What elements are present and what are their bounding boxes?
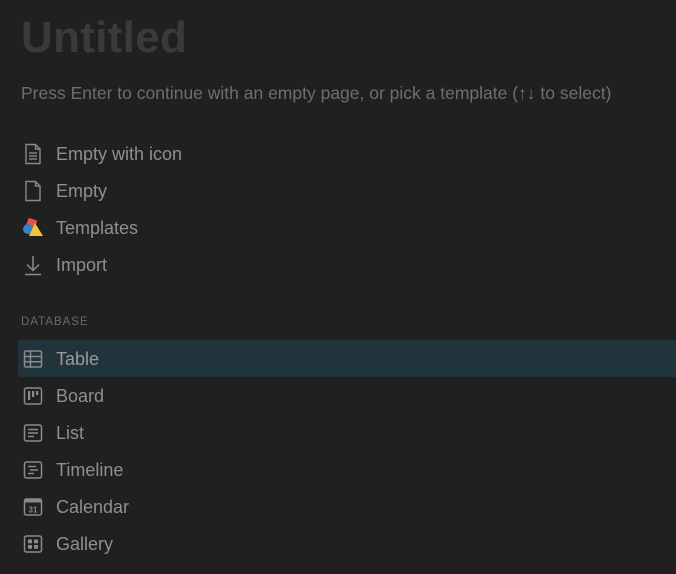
calendar-icon: 31 <box>22 496 44 518</box>
database-section-label: DATABASE <box>21 316 89 328</box>
templates-shapes-icon <box>22 217 44 239</box>
gallery-icon <box>22 533 44 555</box>
list-icon <box>22 422 44 444</box>
new-page-view: Untitled Press Enter to continue with an… <box>0 0 676 574</box>
database-options-menu: Table Board List Timeline 31 Calendar Ga… <box>18 340 676 562</box>
menu-item-gallery[interactable]: Gallery <box>18 525 676 562</box>
menu-item-import[interactable]: Import <box>18 246 676 283</box>
menu-item-label: Gallery <box>56 533 114 554</box>
menu-item-label: Templates <box>56 217 139 238</box>
menu-item-label: Empty with icon <box>56 143 183 164</box>
page-options-menu: Empty with icon Empty Templates Import <box>18 135 676 283</box>
menu-item-board[interactable]: Board <box>18 377 676 414</box>
document-lines-icon <box>22 143 44 165</box>
menu-item-templates[interactable]: Templates <box>18 209 676 246</box>
board-icon <box>22 385 44 407</box>
menu-item-label: Timeline <box>56 459 124 480</box>
menu-item-label: Table <box>56 348 100 369</box>
menu-item-label: Calendar <box>56 496 130 517</box>
menu-item-table[interactable]: Table <box>18 340 676 377</box>
document-icon <box>22 180 44 202</box>
menu-item-empty[interactable]: Empty <box>18 172 676 209</box>
menu-item-label: Empty <box>56 180 108 201</box>
table-icon <box>22 348 44 370</box>
empty-page-hint: Press Enter to continue with an empty pa… <box>21 83 612 103</box>
menu-item-calendar[interactable]: 31 Calendar <box>18 488 676 525</box>
menu-item-empty-with-icon[interactable]: Empty with icon <box>18 135 676 172</box>
menu-item-list[interactable]: List <box>18 414 676 451</box>
menu-item-label: Import <box>56 254 108 275</box>
menu-item-label: Board <box>56 385 105 406</box>
import-arrow-icon <box>22 254 44 276</box>
menu-item-label: List <box>56 422 85 443</box>
calendar-icon-date: 31 <box>29 505 38 514</box>
page-title[interactable]: Untitled <box>21 10 187 66</box>
timeline-icon <box>22 459 44 481</box>
menu-item-timeline[interactable]: Timeline <box>18 451 676 488</box>
